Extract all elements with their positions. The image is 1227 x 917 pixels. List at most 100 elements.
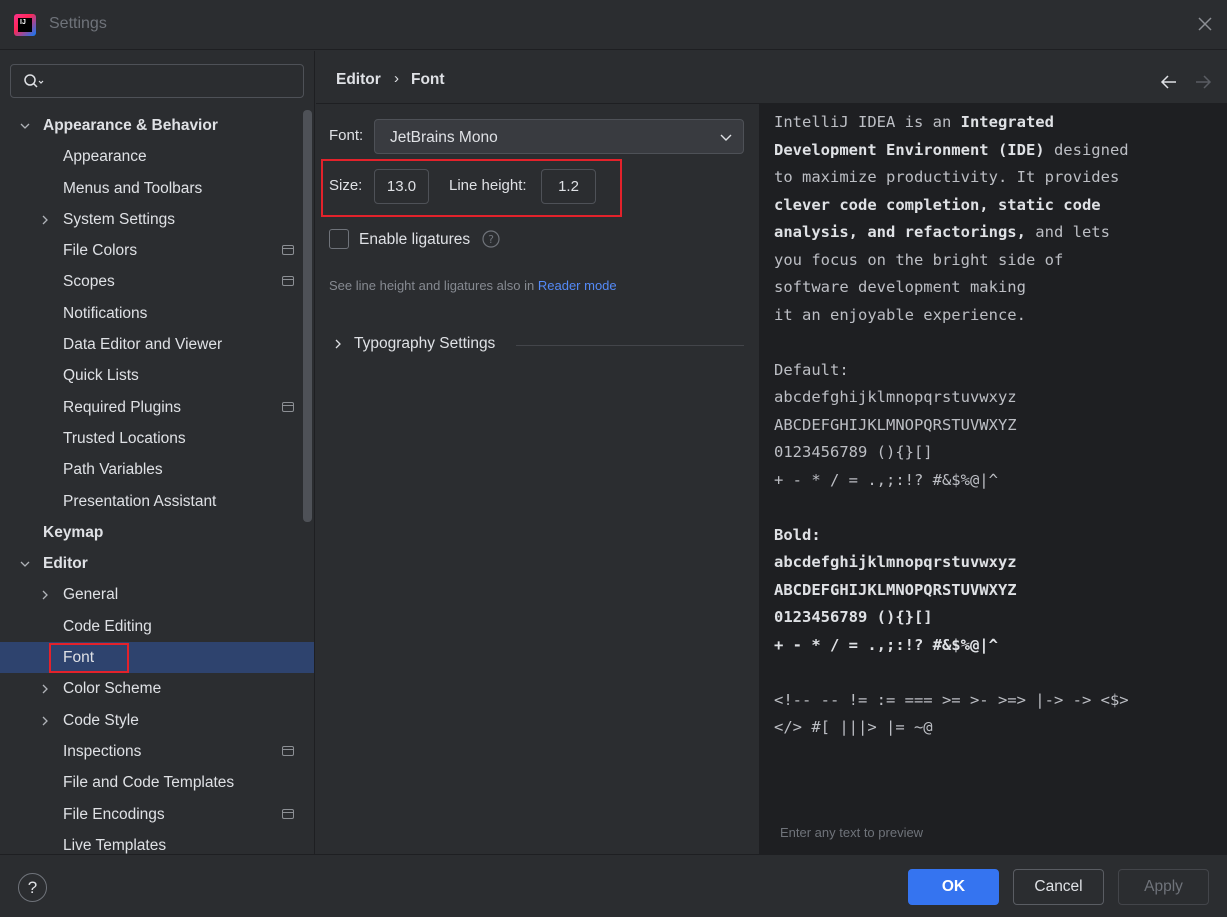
sidebar-item-label: Live Templates: [63, 836, 167, 854]
search-box[interactable]: [10, 64, 304, 98]
preview-line: + - * / = .,;:!? #&$%@|^: [774, 632, 1129, 660]
sidebar-item-editor[interactable]: Editor: [0, 548, 302, 579]
apply-button[interactable]: Apply: [1118, 869, 1209, 905]
font-family-select[interactable]: JetBrains Mono: [374, 119, 744, 154]
sidebar-item-code-style[interactable]: Code Style: [0, 705, 302, 736]
sidebar-item-appearance-behavior[interactable]: Appearance & Behavior: [0, 110, 302, 141]
chevron-right-icon[interactable]: [39, 683, 51, 695]
chevron-right-icon[interactable]: [39, 589, 51, 601]
preview-segment: to maximize productivity. It provides: [774, 168, 1120, 186]
sidebar-item-font[interactable]: Font: [0, 642, 314, 674]
preview-segment: analysis, and refactorings,: [774, 223, 1026, 241]
sidebar-item-system-settings[interactable]: System Settings: [0, 204, 302, 235]
preview-segment: Development Environment (IDE): [774, 140, 1045, 159]
enable-ligatures-checkbox[interactable]: [329, 229, 349, 249]
back-arrow-icon[interactable]: [1159, 73, 1179, 91]
sidebar-item-label: Scopes: [63, 273, 115, 291]
enable-ligatures-label[interactable]: Enable ligatures: [359, 231, 470, 249]
chevron-right-icon[interactable]: [332, 338, 344, 350]
sidebar-scrollbar[interactable]: [303, 110, 312, 522]
size-input[interactable]: [374, 169, 429, 204]
breadcrumb-editor[interactable]: Editor: [336, 71, 381, 89]
preview-line: [774, 659, 1129, 687]
sidebar-item-general[interactable]: General: [0, 579, 302, 610]
preview-segment: 0123456789 (){}[]: [774, 443, 933, 461]
sidebar-item-label: Quick Lists: [63, 367, 139, 385]
preview-segment: </> #[ |||> |= ~@: [774, 718, 933, 736]
preview-line: 0123456789 (){}[]: [774, 439, 1129, 467]
window-title: Settings: [49, 15, 107, 32]
sidebar-item-appearance[interactable]: Appearance: [0, 141, 302, 172]
sidebar-item-keymap[interactable]: Keymap: [0, 517, 302, 548]
preview-segment: <!-- -- != := === >= >- >=> |-> -> <$>: [774, 690, 1129, 709]
help-button[interactable]: ?: [18, 873, 47, 902]
preview-segment: and lets: [1025, 223, 1110, 241]
help-icon[interactable]: ?: [482, 230, 500, 248]
preview-segment: abcdefghijklmnopqrstuvwxyz: [774, 553, 1017, 571]
preview-text[interactable]: IntelliJ IDEA is an Integrated Developmen…: [774, 109, 1129, 742]
close-icon[interactable]: [1195, 14, 1215, 34]
preview-segment: Integrated: [960, 113, 1054, 131]
line-height-label: Line height:: [449, 177, 527, 194]
font-family-value: JetBrains Mono: [390, 129, 498, 146]
line-height-input[interactable]: [541, 169, 596, 204]
search-input[interactable]: [55, 71, 295, 91]
sidebar-item-label: Appearance & Behavior: [43, 117, 218, 134]
sidebar-item-label: File Colors: [63, 242, 138, 260]
preview-segment: software development making: [774, 278, 1026, 296]
sidebar-item-file-and-code-templates[interactable]: File and Code Templates: [0, 767, 302, 798]
sidebar-item-color-scheme[interactable]: Color Scheme: [0, 673, 302, 704]
reader-mode-link[interactable]: Reader mode: [538, 278, 617, 293]
chevron-right-icon[interactable]: [39, 214, 51, 226]
sidebar-item-file-encodings[interactable]: File Encodings: [0, 799, 302, 830]
chevron-down-icon[interactable]: [19, 120, 31, 132]
sidebar-item-inspections[interactable]: Inspections: [0, 736, 302, 767]
typography-settings-toggle[interactable]: Typography Settings: [354, 335, 495, 353]
sidebar-item-menus-and-toolbars[interactable]: Menus and Toolbars: [0, 173, 302, 204]
chevron-right-icon[interactable]: [39, 715, 51, 727]
sidebar-item-required-plugins[interactable]: Required Plugins: [0, 392, 302, 423]
sidebar-item-label: Menus and Toolbars: [63, 179, 203, 197]
title-bar: IJ Settings: [0, 0, 1227, 50]
preview-line: <!-- -- != := === >= >- >=> |-> -> <$>: [774, 687, 1129, 715]
sidebar-item-file-colors[interactable]: File Colors: [0, 235, 302, 266]
font-settings-panel: Font: JetBrains Mono Size: Line height: …: [316, 104, 759, 854]
preview-line: clever code completion, static code: [774, 192, 1129, 220]
preview-segment: clever code completion, static code: [774, 195, 1101, 214]
search-icon[interactable]: [23, 73, 45, 91]
breadcrumb-separator: ›: [394, 70, 399, 87]
sidebar-item-label: Required Plugins: [63, 398, 182, 416]
preview-segment: Bold:: [774, 525, 821, 544]
preview-line: abcdefghijklmnopqrstuvwxyz: [774, 549, 1129, 577]
sidebar-item-label: General: [63, 586, 119, 604]
chevron-down-icon[interactable]: [19, 558, 31, 570]
sidebar-item-scopes[interactable]: Scopes: [0, 266, 302, 297]
cancel-button[interactable]: Cancel: [1013, 869, 1104, 905]
typography-divider: [516, 345, 744, 346]
sidebar-item-label: Inspections: [63, 742, 142, 760]
preview-segment: + - * / = .,;:!? #&$%@|^: [774, 470, 998, 489]
ok-button[interactable]: OK: [908, 869, 999, 905]
sidebar-item-presentation-assistant[interactable]: Presentation Assistant: [0, 486, 302, 517]
preview-line: to maximize productivity. It provides: [774, 164, 1129, 192]
preview-placeholder: Enter any text to preview: [780, 825, 924, 840]
intellij-logo-icon: IJ: [14, 14, 36, 36]
logo-text: IJ: [18, 18, 32, 32]
sidebar-item-path-variables[interactable]: Path Variables: [0, 454, 302, 485]
project-level-icon: [282, 808, 294, 819]
preview-line: abcdefghijklmnopqrstuvwxyz: [774, 384, 1129, 412]
sidebar-item-notifications[interactable]: Notifications: [0, 298, 302, 329]
sidebar-item-data-editor-and-viewer[interactable]: Data Editor and Viewer: [0, 329, 302, 360]
font-preview-panel[interactable]: IntelliJ IDEA is an Integrated Developmen…: [759, 104, 1227, 854]
sidebar-item-code-editing[interactable]: Code Editing: [0, 611, 302, 642]
sidebar-item-trusted-locations[interactable]: Trusted Locations: [0, 423, 302, 454]
sidebar-item-live-templates[interactable]: Live Templates: [0, 830, 302, 854]
preview-segment: ABCDEFGHIJKLMNOPQRSTUVWXYZ: [774, 580, 1017, 599]
sidebar-item-label: Code Style: [63, 711, 139, 729]
svg-text:?: ?: [488, 233, 494, 246]
preview-segment: abcdefghijklmnopqrstuvwxyz: [774, 388, 1017, 406]
sidebar-item-label: Presentation Assistant: [63, 492, 217, 510]
forward-arrow-icon[interactable]: [1193, 73, 1213, 91]
sidebar-item-quick-lists[interactable]: Quick Lists: [0, 360, 302, 391]
size-label: Size:: [329, 177, 363, 194]
